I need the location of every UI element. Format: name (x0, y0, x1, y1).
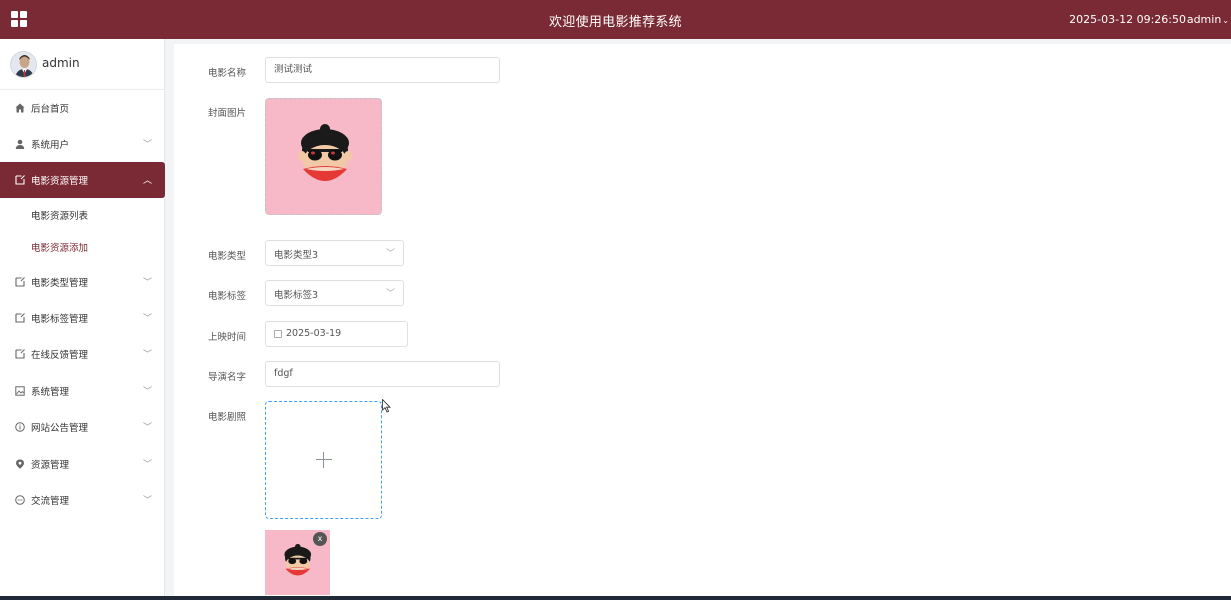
sidebar-item-label: 电影资源管理 (31, 176, 89, 187)
sidebar-item-announcements[interactable]: 网站公告管理 ﹀ (0, 409, 165, 445)
header-datetime: 2025-03-12 09:26:50 (1069, 13, 1186, 26)
movie-name-input[interactable]: 测试测试 (265, 57, 500, 83)
sidebar-user-box: admin (0, 39, 165, 90)
cover-image (266, 99, 381, 214)
sidebar-item-resources[interactable]: 资源管理 ﹀ (0, 446, 165, 482)
document-icon (15, 175, 25, 185)
director-name-input[interactable]: fdgf (265, 361, 500, 387)
sidebar-item-label: 电影标签管理 (31, 314, 89, 325)
sidebar-item-label: 系统用户 (31, 140, 70, 151)
header-user-name: admin (1186, 13, 1222, 26)
chevron-down-icon: ﹀ (143, 423, 153, 433)
release-date-value: 2025-03-19 (286, 328, 342, 339)
movie-type-value: 电影类型3 (274, 250, 319, 261)
chevron-up-icon: ︿ (143, 176, 153, 186)
sidebar-item-label: 网站公告管理 (31, 423, 89, 434)
sidebar-item-movie-resources[interactable]: 电影资源管理 ︿ (0, 162, 165, 198)
sidebar-item-label: 交流管理 (31, 496, 70, 507)
sidebar-subitem-movie-list[interactable]: 电影资源列表 (0, 199, 165, 231)
document-icon (15, 313, 25, 323)
calendar-icon (274, 330, 282, 338)
sidebar-item-system-management[interactable]: 系统管理 ﹀ (0, 373, 165, 409)
sidebar-subitem-label: 电影资源添加 (31, 243, 89, 254)
home-icon (15, 103, 25, 113)
top-header: 欢迎使用电影推荐系统 2025-03-12 09:26:50 admin⌄ (0, 0, 1231, 39)
document-icon (15, 277, 25, 287)
chevron-down-icon: ﹀ (143, 460, 153, 470)
plus-icon (316, 452, 332, 468)
chevron-down-icon: ﹀ (143, 496, 153, 506)
image-icon (15, 386, 25, 396)
sidebar-item-label: 电影类型管理 (31, 278, 89, 289)
user-icon (15, 139, 25, 149)
avatar (10, 51, 37, 78)
movie-stills-label: 电影剧照 (208, 412, 247, 423)
sidebar-item-label: 资源管理 (31, 460, 70, 471)
header-title: 欢迎使用电影推荐系统 (548, 15, 682, 30)
sidebar-item-feedback[interactable]: 在线反馈管理 ﹀ (0, 336, 165, 372)
movie-tag-select[interactable]: 电影标签3 ﹀ (265, 280, 404, 306)
movie-tag-value: 电影标签3 (274, 290, 319, 301)
mouse-cursor-icon (382, 399, 391, 413)
location-icon (16, 459, 24, 469)
chevron-down-icon: ﹀ (143, 314, 153, 324)
sidebar-user-name: admin (42, 56, 80, 70)
chat-icon (15, 495, 25, 505)
sidebar-item-home[interactable]: 后台首页 (0, 90, 165, 126)
movie-type-select[interactable]: 电影类型3 ﹀ (265, 240, 404, 266)
info-icon (15, 422, 25, 432)
director-name-label: 导演名字 (208, 372, 247, 383)
chevron-down-icon: ﹀ (385, 249, 395, 259)
movie-stills-upload[interactable] (265, 401, 382, 519)
sidebar-item-communication[interactable]: 交流管理 ﹀ (0, 482, 165, 518)
menu-grid-icon[interactable] (11, 11, 27, 27)
movie-type-label: 电影类型 (208, 251, 247, 262)
chevron-down-icon: ﹀ (385, 289, 395, 299)
movie-tag-label: 电影标签 (208, 291, 247, 302)
cover-image-upload[interactable] (265, 98, 382, 215)
bottom-strip (0, 596, 1231, 600)
chevron-down-icon: ﹀ (143, 350, 153, 360)
sidebar-item-system-users[interactable]: 系统用户 ﹀ (0, 126, 165, 162)
chevron-down-icon: ﹀ (143, 278, 153, 288)
document-icon (15, 349, 25, 359)
chevron-down-icon: ⌄ (1222, 16, 1229, 25)
sidebar-item-movie-tags[interactable]: 电影标签管理 ﹀ (0, 300, 165, 336)
sidebar-item-label: 后台首页 (31, 104, 70, 115)
sidebar-item-movie-types[interactable]: 电影类型管理 ﹀ (0, 264, 165, 300)
sidebar-subitem-label: 电影资源列表 (31, 211, 89, 222)
sidebar-item-label: 在线反馈管理 (31, 350, 89, 361)
header-user-menu[interactable]: admin⌄ (1187, 13, 1231, 26)
chevron-down-icon: ﹀ (143, 387, 153, 397)
movie-add-form: 电影名称 测试测试 封面图片 电影类型 电影类型3 ﹀ 电影标签 电影标签3 ﹀… (174, 44, 1231, 600)
cover-image-label: 封面图片 (208, 108, 247, 119)
chevron-down-icon: ﹀ (143, 140, 153, 150)
release-date-picker[interactable]: 2025-03-19 (265, 321, 408, 347)
movie-name-label: 电影名称 (208, 68, 247, 79)
release-date-label: 上映时间 (208, 332, 247, 343)
sidebar: admin 后台首页 系统用户 ﹀ 电影资源管理 ︿ 电影资源列表 电影资源添加… (0, 39, 165, 600)
sidebar-subitem-movie-add[interactable]: 电影资源添加 (0, 231, 165, 263)
remove-still-button[interactable]: x (313, 532, 327, 546)
sidebar-item-label: 系统管理 (31, 387, 70, 398)
